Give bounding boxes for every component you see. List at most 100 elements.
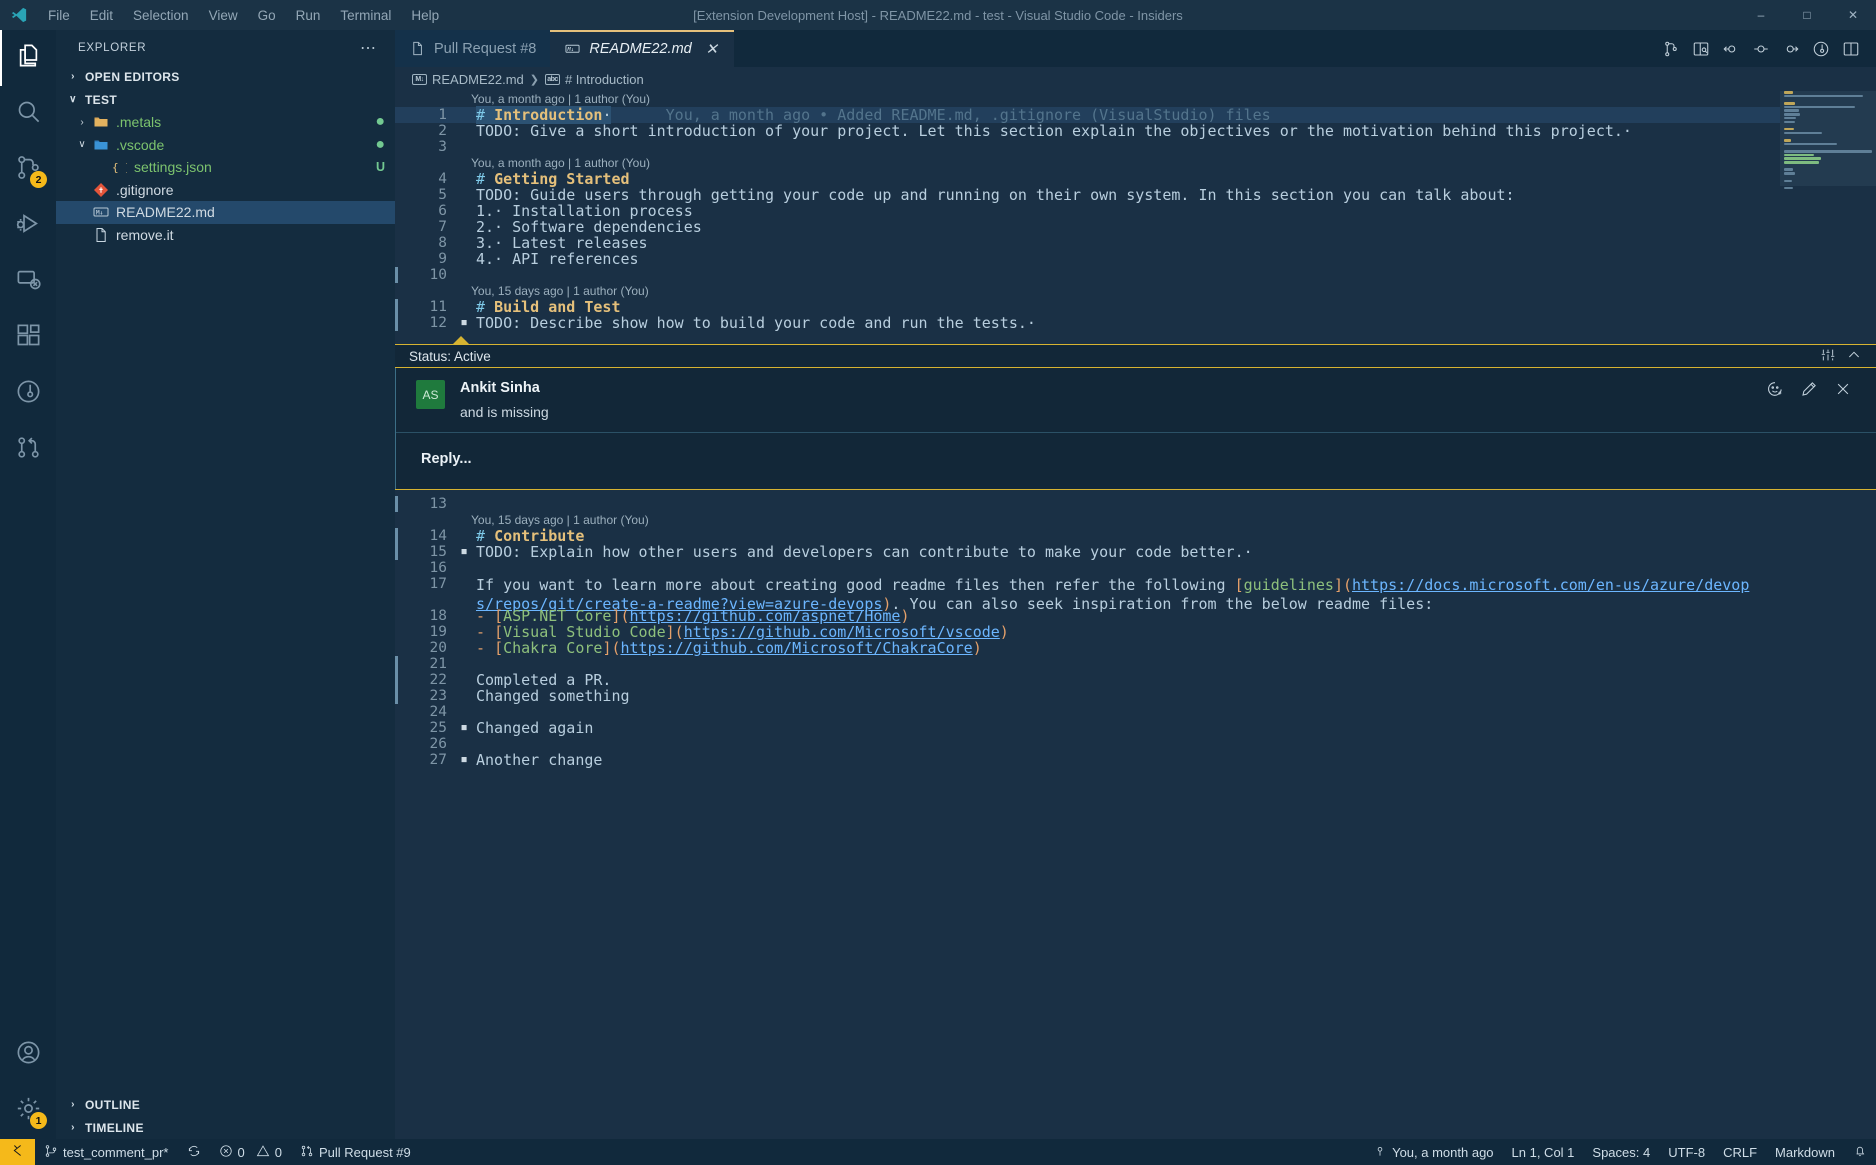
code-line[interactable]: 22 Completed a PR. (395, 672, 1876, 688)
code-line[interactable]: 12 ▪ TODO: Describe show how to build your… (395, 315, 1876, 331)
menu-file[interactable]: File (38, 5, 80, 26)
menu-edit[interactable]: Edit (80, 5, 123, 26)
open-preview-to-side-icon[interactable] (1686, 30, 1716, 67)
code-line[interactable]: 27 ▪ Another change (395, 752, 1876, 768)
sidebar-more-actions-icon[interactable]: ⋯ (354, 38, 383, 58)
activity-remote-explorer[interactable] (0, 254, 56, 310)
status-problems[interactable]: 0 0 (210, 1139, 291, 1165)
code-line[interactable]: 13 (395, 496, 1876, 512)
close-icon[interactable]: ✕ (704, 40, 720, 58)
thread-settings-icon[interactable] (1820, 347, 1836, 366)
next-change-icon[interactable] (1776, 30, 1806, 67)
code-line[interactable]: 21 (395, 656, 1876, 672)
code-line[interactable]: 1 # Introduction· You, a month ago • Adde… (395, 106, 1876, 124)
menu-help[interactable]: Help (401, 5, 449, 26)
status-branch[interactable]: test_comment_pr* (35, 1139, 178, 1165)
activity-run-and-debug[interactable] (0, 198, 56, 254)
tree-item-label: remove.it (116, 226, 174, 243)
sidebar-section-open-editors[interactable]: › OPEN EDITORS (56, 65, 395, 88)
sidebar-section-test[interactable]: ∨ TEST (56, 88, 395, 111)
fold-marker-icon[interactable]: ▪ (457, 315, 471, 331)
tree-item-metals[interactable]: › .metals ● (56, 111, 395, 134)
code-line[interactable]: 7 2.· Software dependencies (395, 219, 1876, 235)
menu-terminal[interactable]: Terminal (330, 5, 401, 26)
code-line[interactable]: 26 (395, 736, 1876, 752)
status-cursor-position[interactable]: Ln 1, Col 1 (1503, 1139, 1584, 1165)
delete-comment-icon[interactable] (1834, 380, 1852, 403)
activity-extensions[interactable] (0, 310, 56, 366)
code-line[interactable]: 24 (395, 704, 1876, 720)
code-line[interactable]: 4 # Getting Started (395, 171, 1876, 187)
tree-item-readme22-md[interactable]: M↓ README22.md (56, 201, 395, 224)
bell-icon (1853, 1144, 1867, 1161)
activity-explorer[interactable] (0, 30, 56, 86)
chevron-right-icon: › (71, 1099, 75, 1110)
reply-input[interactable]: Reply... (396, 432, 1876, 489)
fold-marker-icon[interactable]: ▪ (457, 720, 471, 736)
split-editor-icon[interactable] (1836, 30, 1866, 67)
menu-selection[interactable]: Selection (123, 5, 199, 26)
status-encoding[interactable]: UTF-8 (1659, 1139, 1714, 1165)
tree-item-remove-it[interactable]: remove.it (56, 224, 395, 247)
remote-indicator-button[interactable] (0, 1139, 35, 1165)
code-line[interactable]: 20 - [Chakra Core](https://github.com/Mic… (395, 640, 1876, 656)
activity-accounts[interactable] (0, 1027, 56, 1083)
tab-pull-request-8[interactable]: Pull Request #8 (395, 30, 551, 67)
code-line[interactable]: 25 ▪ Changed again (395, 720, 1876, 736)
code-line[interactable]: 10 (395, 267, 1876, 283)
editor-viewport[interactable]: You, a month ago | 1 author (You) 1 # Intr… (395, 91, 1876, 1139)
code-line[interactable]: 2 TODO: Give a short introduction of your… (395, 123, 1876, 139)
fold-marker-icon[interactable]: ▪ (457, 544, 471, 560)
tree-item-settings-json[interactable]: { } settings.json U (56, 156, 395, 179)
edit-comment-icon[interactable] (1800, 380, 1818, 403)
menu-run[interactable]: Run (286, 5, 331, 26)
status-git-blame[interactable]: You, a month ago (1364, 1139, 1502, 1165)
collapse-chevron-up-icon[interactable] (1846, 347, 1862, 366)
menu-go[interactable]: Go (248, 5, 286, 26)
code-line[interactable]: 8 3.· Latest releases (395, 235, 1876, 251)
code-line[interactable]: 17 If you want to learn more about creati… (395, 576, 1876, 613)
previous-change-icon[interactable] (1716, 30, 1746, 67)
menu-view[interactable]: View (199, 5, 248, 26)
activity-manage-settings[interactable]: 1 (0, 1083, 56, 1139)
close-window-button[interactable]: ✕ (1830, 0, 1876, 30)
code-line[interactable]: 9 4.· API references (395, 251, 1876, 267)
code-line[interactable]: 16 (395, 560, 1876, 576)
timeline-icon[interactable] (1806, 30, 1836, 67)
breadcrumb-file[interactable]: M↓ README22.md (412, 72, 524, 87)
breadcrumb-symbol[interactable]: abc # Introduction (544, 72, 644, 87)
status-notifications[interactable] (1844, 1139, 1876, 1165)
code-line[interactable]: 3 (395, 139, 1876, 155)
tree-item-vscode[interactable]: ∨ .vscode ● (56, 134, 395, 157)
code-line[interactable]: 11 # Build and Test (395, 299, 1876, 315)
sidebar-section-outline[interactable]: › OUTLINE (56, 1093, 395, 1116)
add-reaction-icon[interactable] (1766, 380, 1784, 403)
code-line[interactable]: 5 TODO: Guide users through getting your … (395, 187, 1876, 203)
minimap-slider[interactable] (1780, 91, 1876, 186)
minimize-button[interactable]: – (1738, 0, 1784, 30)
status-eol[interactable]: CRLF (1714, 1139, 1766, 1165)
activity-pull-requests[interactable] (0, 422, 56, 478)
activity-testing[interactable] (0, 366, 56, 422)
toggle-inline-change-icon[interactable] (1746, 30, 1776, 67)
activity-source-control[interactable]: 2 (0, 142, 56, 198)
inline-blame-annotation: You, a month ago | 1 author (You) (471, 156, 651, 170)
maximize-button[interactable]: □ (1784, 0, 1830, 30)
open-changes-icon[interactable] (1656, 30, 1686, 67)
fold-marker-icon[interactable]: ▪ (457, 752, 471, 768)
status-sync[interactable] (178, 1139, 210, 1165)
code-line[interactable]: 14 # Contribute (395, 528, 1876, 544)
avatar: AS (416, 380, 445, 409)
code-line[interactable]: 15 ▪ TODO: Explain how other users and dev… (395, 544, 1876, 560)
status-indentation[interactable]: Spaces: 4 (1583, 1139, 1659, 1165)
activity-search[interactable] (0, 86, 56, 142)
comment-thread-widget[interactable]: Status: Active AS Ankit Sinha and is missin… (395, 336, 1876, 490)
tree-item-gitignore[interactable]: .gitignore (56, 179, 395, 202)
code-line[interactable]: 23 Changed something (395, 688, 1876, 704)
sidebar-section-timeline[interactable]: › TIMELINE (56, 1116, 395, 1139)
status-language-mode[interactable]: Markdown (1766, 1139, 1844, 1165)
tab-readme22-md[interactable]: M↓ README22.md ✕ (550, 30, 735, 67)
code-line[interactable]: 6 1.· Installation process (395, 203, 1876, 219)
code-line[interactable]: 19 - [Visual Studio Code](https://github.… (395, 624, 1876, 640)
status-pull-request[interactable]: Pull Request #9 (291, 1139, 420, 1165)
